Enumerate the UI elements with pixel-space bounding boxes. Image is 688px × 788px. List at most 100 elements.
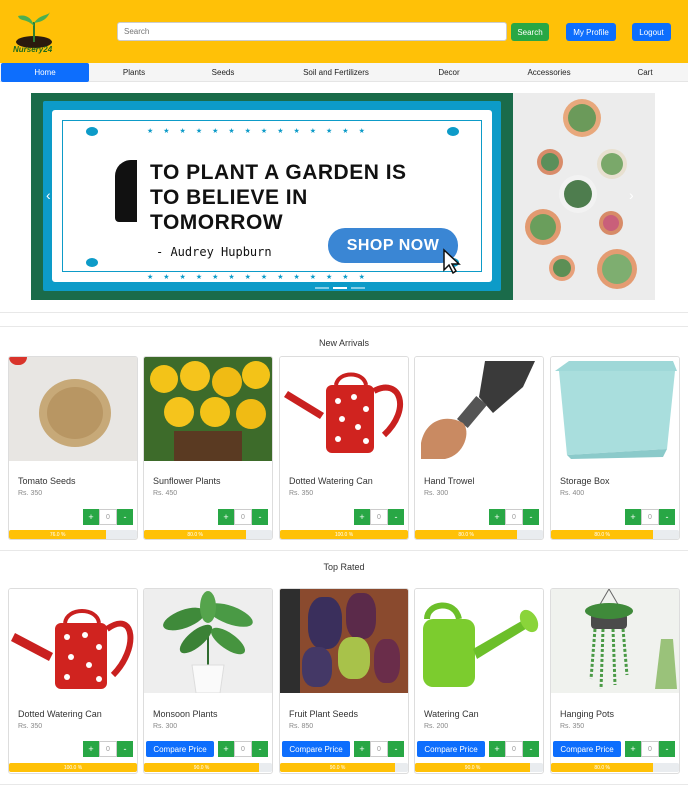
rating-progress: 100.0 % [9,763,137,772]
minus-button[interactable]: - [252,741,268,757]
rating-progress: 90.0 % [415,763,543,772]
banner-author: - Audrey Hupburn [156,245,272,259]
product-price: Rs. 400 [560,490,585,497]
product-image[interactable] [280,589,408,693]
rating-fill: 100.0 % [9,763,137,772]
quantity-stepper: + 0 - [354,509,404,525]
plus-button[interactable]: + [218,741,234,757]
rating-fill: 80.0 % [551,763,654,772]
product-name[interactable]: Hanging Pots [560,709,614,719]
product-name[interactable]: Monsoon Plants [153,709,218,719]
rating-fill: 80.0 % [144,530,247,539]
plus-button[interactable]: + [354,509,370,525]
minus-button[interactable]: - [117,741,133,757]
rating-fill: 80.0 % [551,530,654,539]
product-name[interactable]: Tomato Seeds [18,476,76,486]
product-image[interactable] [551,357,679,461]
quantity-stepper: + 0 - [625,509,675,525]
minus-button[interactable]: - [659,741,675,757]
product-price: Rs. 350 [560,723,585,730]
quantity-field[interactable]: 0 [505,741,523,757]
nav-seeds[interactable]: Seeds [193,63,253,82]
rating-progress: 90.0 % [280,763,408,772]
compare-price-button[interactable]: Compare Price [417,741,485,757]
search-input[interactable] [117,22,507,41]
nav-accessories[interactable]: Accessories [518,63,580,82]
logout-button[interactable]: Logout [632,23,671,41]
product-image[interactable] [415,357,543,461]
nav-cart[interactable]: Cart [620,63,670,82]
quantity-stepper: + 0 - [83,509,133,525]
product-name[interactable]: Watering Can [424,709,479,719]
shop-now-button[interactable]: SHOP NOW [328,228,458,263]
minus-button[interactable]: - [523,509,539,525]
compare-price-button[interactable]: Compare Price [553,741,621,757]
product-image[interactable] [9,589,137,693]
product-card[interactable]: Sunflower Plants Rs. 450 + 0 - 80.0 % [143,356,273,540]
minus-button[interactable]: - [388,741,404,757]
product-card[interactable]: Watering Can Rs. 200 Compare Price + 0 -… [414,588,544,774]
my-profile-button[interactable]: My Profile [566,23,616,41]
plus-button[interactable]: + [489,741,505,757]
plus-button[interactable]: + [354,741,370,757]
quantity-field[interactable]: 0 [370,509,388,525]
quantity-stepper: + 0 - [218,741,268,757]
product-name[interactable]: Dotted Watering Can [289,476,373,486]
minus-button[interactable]: - [117,509,133,525]
product-image[interactable] [551,589,679,693]
nav-plants[interactable]: Plants [104,63,164,82]
carousel-indicators[interactable] [315,287,371,290]
compare-price-button[interactable]: Compare Price [282,741,350,757]
quantity-field[interactable]: 0 [641,509,659,525]
quantity-field[interactable]: 0 [234,741,252,757]
product-image[interactable] [144,357,272,461]
quantity-field[interactable]: 0 [234,509,252,525]
product-card[interactable]: Hand Trowel Rs. 300 + 0 - 80.0 % [414,356,544,540]
minus-button[interactable]: - [523,741,539,757]
product-card[interactable]: Storage Box Rs. 400 + 0 - 80.0 % [550,356,680,540]
product-image[interactable] [415,589,543,693]
quantity-field[interactable]: 0 [99,509,117,525]
plus-button[interactable]: + [218,509,234,525]
product-card[interactable]: Fruit Plant Seeds Rs. 850 Compare Price … [279,588,409,774]
product-card[interactable]: Tomato Seeds Rs. 350 + 0 - 76.0 % [8,356,138,540]
carousel-prev-icon[interactable]: ‹ [46,187,51,203]
minus-button[interactable]: - [388,509,404,525]
minus-button[interactable]: - [252,509,268,525]
product-price: Rs. 350 [18,723,43,730]
product-card[interactable]: Dotted Watering Can Rs. 350 + 0 - 100.0 … [8,588,138,774]
product-card[interactable]: Monsoon Plants Rs. 300 Compare Price + 0… [143,588,273,774]
product-image[interactable] [144,589,272,693]
product-name[interactable]: Fruit Plant Seeds [289,709,358,719]
quantity-field[interactable]: 0 [505,509,523,525]
product-name[interactable]: Sunflower Plants [153,476,221,486]
plus-button[interactable]: + [489,509,505,525]
nav-decor[interactable]: Decor [420,63,478,82]
nav-soil-fertilizers[interactable]: Soil and Fertilizers [291,63,381,82]
product-price: Rs. 350 [289,490,314,497]
plus-button[interactable]: + [83,509,99,525]
rating-progress: 90.0 % [144,763,272,772]
product-name[interactable]: Storage Box [560,476,610,486]
product-card[interactable]: Dotted Watering Can Rs. 350 + 0 - 100.0 … [279,356,409,540]
search-button[interactable]: Search [511,23,549,41]
nav-home[interactable]: Home [1,63,89,82]
plus-button[interactable]: + [625,741,641,757]
top-rated-title: Top Rated [323,562,365,572]
quantity-stepper: + 0 - [83,741,133,757]
quantity-field[interactable]: 0 [641,741,659,757]
quantity-field[interactable]: 0 [99,741,117,757]
quantity-field[interactable]: 0 [370,741,388,757]
hero-carousel[interactable]: ★★★★★★★★★★★★★★ ★★★★★★★★★★★★★★ TO PLANT A… [31,93,655,300]
rating-fill: 80.0 % [415,530,518,539]
minus-button[interactable]: - [659,509,675,525]
product-name[interactable]: Hand Trowel [424,476,475,486]
product-name[interactable]: Dotted Watering Can [18,709,102,719]
compare-price-button[interactable]: Compare Price [146,741,214,757]
product-image[interactable] [9,357,137,461]
plus-button[interactable]: + [83,741,99,757]
plus-button[interactable]: + [625,509,641,525]
product-card[interactable]: Hanging Pots Rs. 350 Compare Price + 0 -… [550,588,680,774]
carousel-next-icon[interactable]: › [629,187,634,203]
product-image[interactable] [280,357,408,461]
